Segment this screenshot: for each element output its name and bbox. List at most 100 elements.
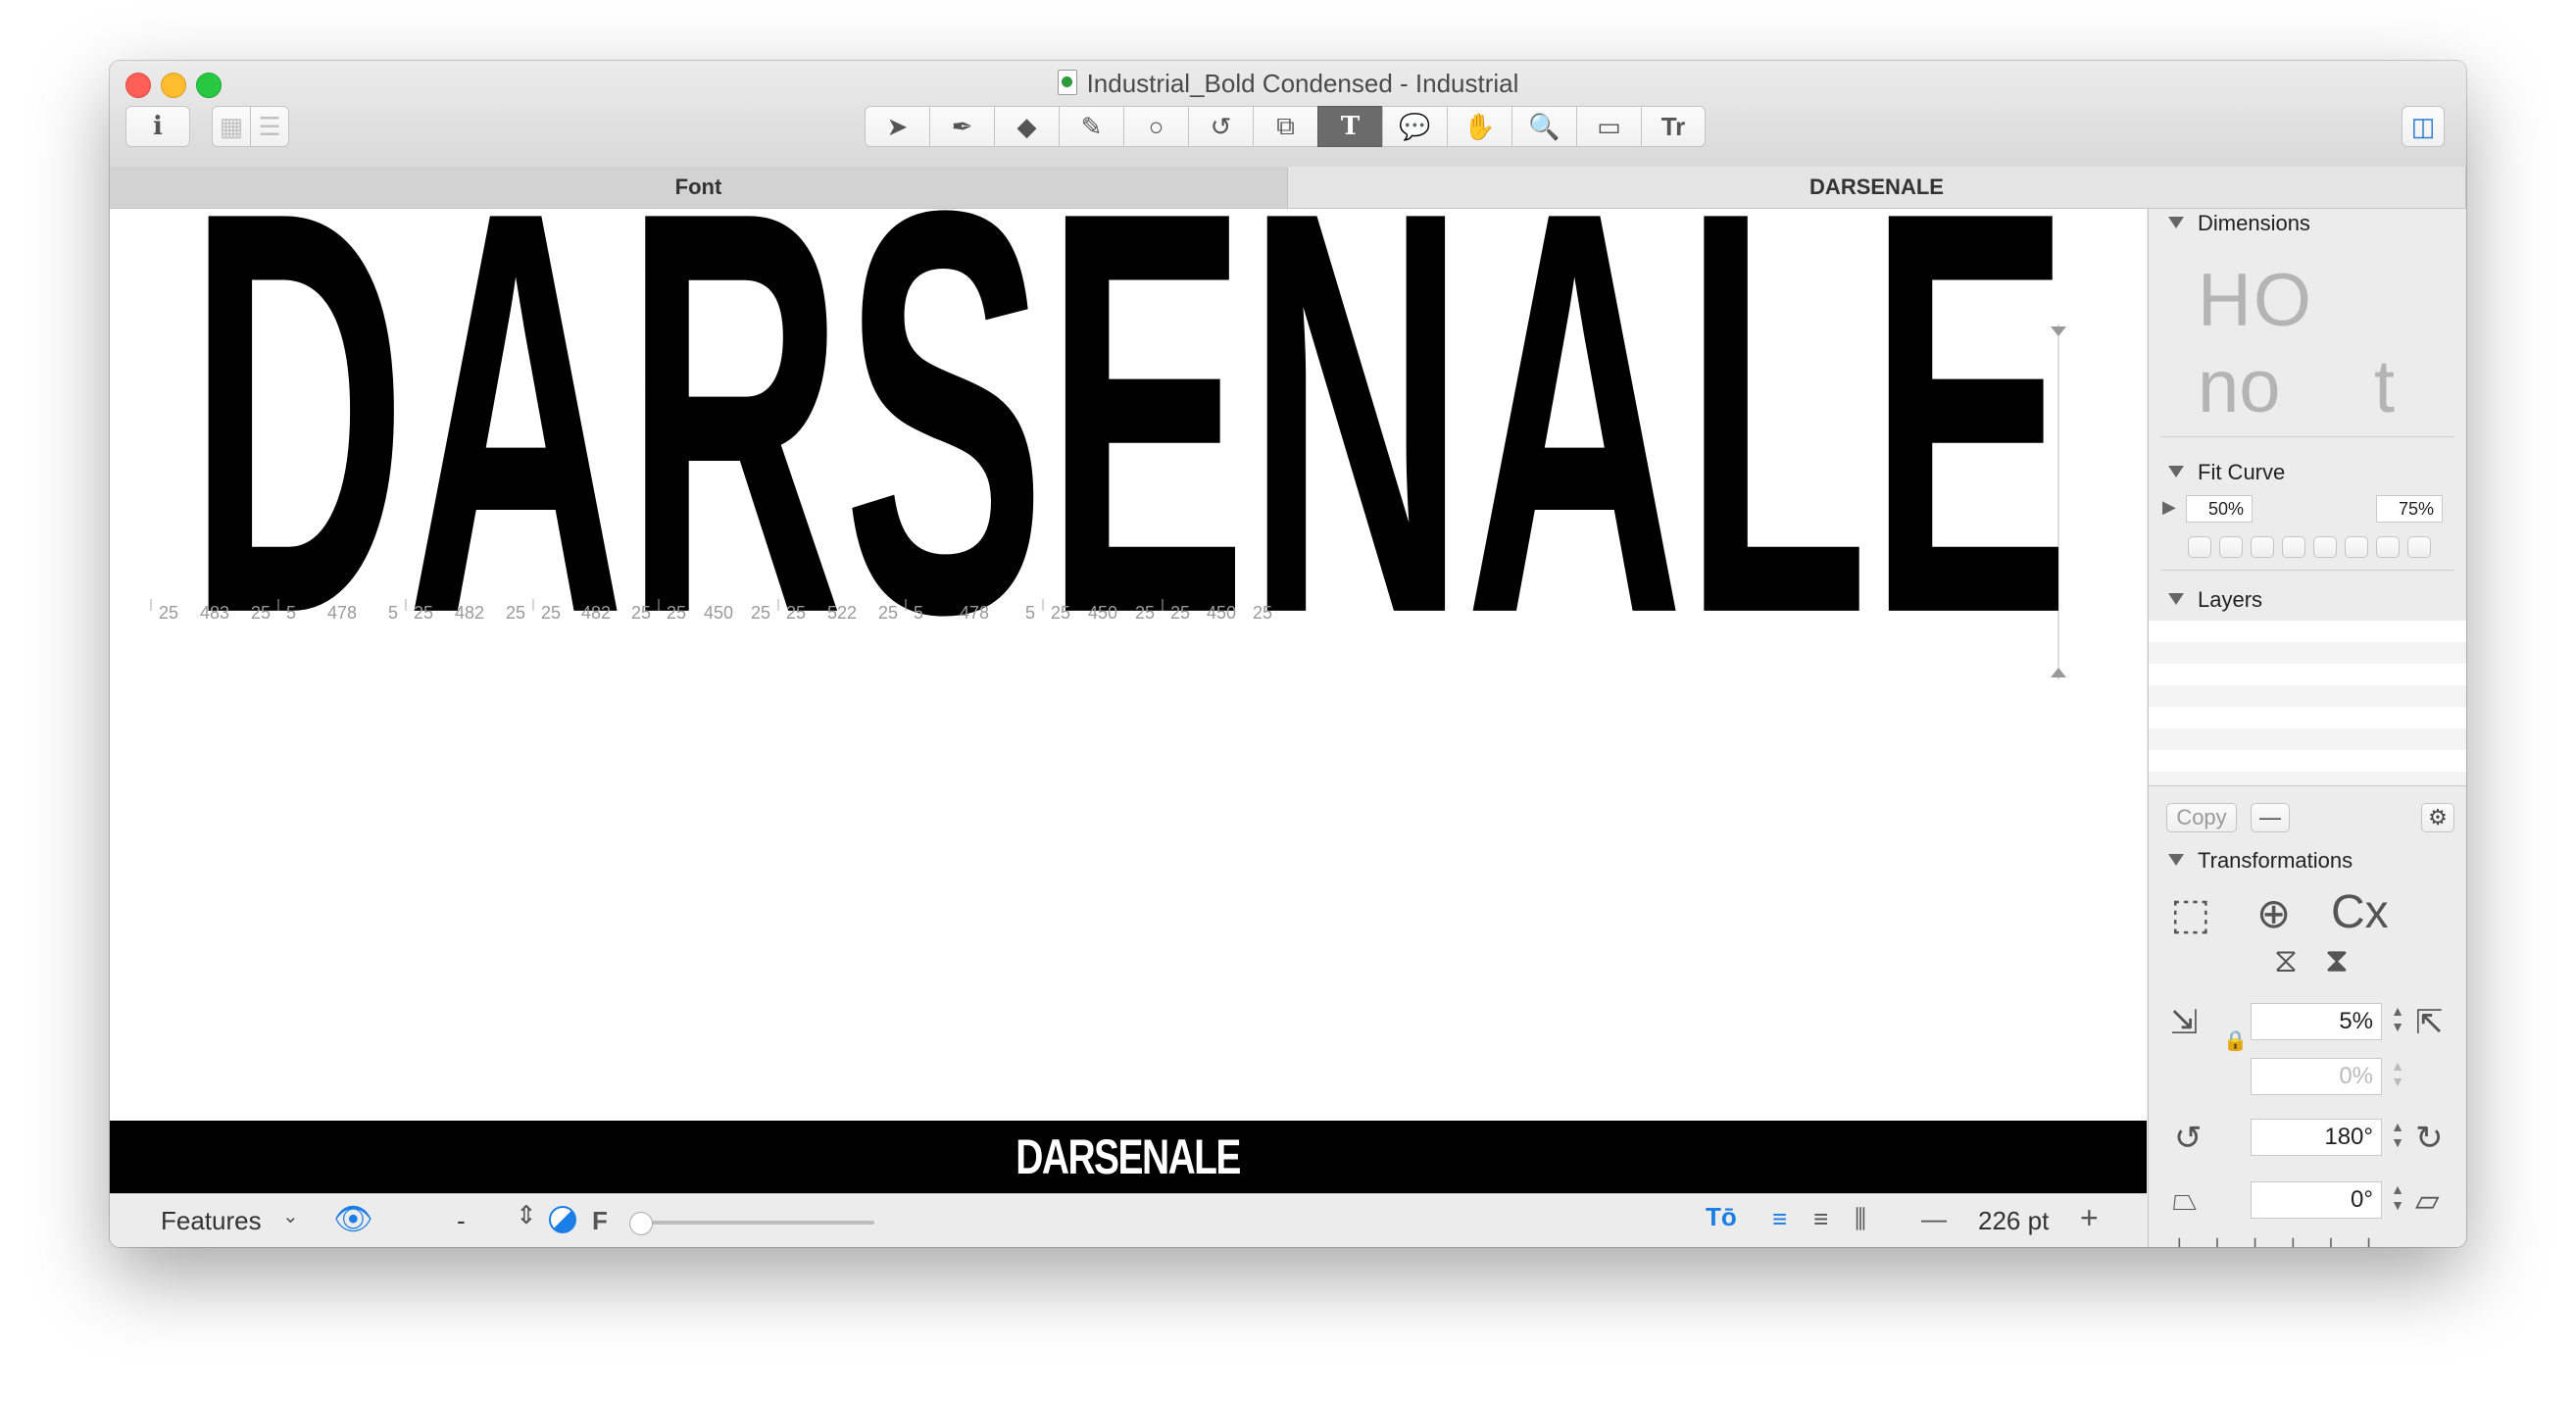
glyph-lsb-label: 25 [1170,603,1190,623]
measure-tool-button[interactable]: ▭ [1576,106,1641,147]
tab-darsenale[interactable]: DARSENALE [1288,167,2466,208]
disclosure-triangle-icon [2168,466,2184,477]
crosshair-icon[interactable]: ⊕ [2256,889,2291,937]
dimensions-header[interactable]: Dimensions [2168,211,2310,236]
glyph-lsb-label: 25 [541,603,561,623]
align-left-icon[interactable]: ≡ [1772,1204,1787,1234]
text-options-icon[interactable]: Tō [1706,1202,1737,1232]
glyph-rsb-label: 25 [506,603,525,623]
dimension-sample-t[interactable]: t [2374,344,2395,429]
chevron-down-icon[interactable]: ⌄ [282,1204,299,1228]
eraser-tool-button[interactable]: ◆ [994,106,1059,147]
fit-curve-preset-button[interactable] [2313,536,2337,558]
expand-triangle-icon[interactable]: ▶ [2162,497,2176,518]
master-separator: - [457,1206,466,1235]
glyph-rsb-label: 5 [388,603,398,623]
grid-view-button[interactable]: ▦ [212,106,251,147]
fit-curve-preset-button[interactable] [2345,536,2368,558]
align-buttons-row[interactable]: ⊥⊥⊥⊥⊥⊥ [2168,1232,2396,1247]
hand-tool-button[interactable]: ✋ [1447,106,1511,147]
glyph-lsb-label: 25 [786,603,806,623]
glyph-rsb-label: 25 [1135,603,1155,623]
rotate-ccw-icon[interactable]: ↺ [2174,1119,2203,1158]
remove-button[interactable]: — [2251,803,2290,832]
glyph-width-label: 478 [960,603,989,623]
annotation-tool-button[interactable]: 💬 [1382,106,1447,147]
scale-tool-button[interactable]: ⧉ [1253,106,1317,147]
dimension-sample-ho[interactable]: HO [2198,258,2313,343]
flip-vertical-icon[interactable]: ⧗ [2325,942,2349,980]
rotate-field[interactable]: 180° [2251,1119,2382,1156]
scale-up-icon[interactable]: ⇱ [2415,1003,2444,1042]
scale-stepper[interactable]: ▲ ▼ [2390,1003,2405,1040]
preview-strip: DARSENALE [110,1121,2147,1193]
font-size-value[interactable]: 226 pt [1978,1206,2049,1236]
features-label[interactable]: Features [161,1206,262,1236]
glyph-rsb-label: 25 [631,603,651,623]
measure-tool-icon: ▭ [1597,111,1621,141]
stepper-icon[interactable]: ⇕ [516,1200,537,1230]
slant-stepper[interactable]: ▲ ▼ [2390,1181,2405,1219]
glyph-rsb-label: 25 [1253,603,1272,623]
color-toggle-icon[interactable] [549,1206,576,1233]
metrics-tool-button[interactable]: Tr [1641,106,1706,147]
fit-curve-preset-button[interactable] [2219,536,2243,558]
fit-curve-preset-button[interactable] [2251,536,2274,558]
flip-horizontal-icon[interactable]: ⧖ [2274,942,2298,980]
transformations-header[interactable]: Transformations [2168,848,2353,874]
slant-field[interactable]: 0° [2251,1181,2382,1219]
scale-down-icon[interactable]: ⇲ [2170,1003,2199,1042]
slant-left-icon[interactable]: ⏢ [2172,1181,2198,1219]
fit-curve-high-field[interactable]: 75% [2376,495,2443,523]
fit-curve-preset-button[interactable] [2188,536,2211,558]
rotate-cw-icon[interactable]: ↻ [2415,1119,2444,1158]
text-tool-button[interactable]: T [1317,106,1382,147]
scale-field-vertical[interactable]: 0% [2251,1058,2382,1095]
rotate-stepper[interactable]: ▲ ▼ [2390,1119,2405,1156]
pen-tool-button[interactable]: ✒ [929,106,994,147]
settings-gear-button[interactable]: ⚙ [2421,803,2454,832]
zoom-in-button[interactable]: + [2080,1200,2099,1236]
fit-curve-preset-button[interactable] [2407,536,2431,558]
dimension-sample-no[interactable]: no [2198,344,2281,429]
tab-font[interactable]: Font [110,167,1288,208]
glyph-lsb-label: 25 [414,603,433,623]
fit-curve-header[interactable]: Fit Curve [2168,460,2285,485]
zoom-tool-button[interactable]: 🔍 [1511,106,1576,147]
divider [2149,785,2466,786]
scale-field[interactable]: 5% [2251,1003,2382,1040]
info-button[interactable]: i [125,106,190,147]
fit-curve-low-field[interactable]: 50% [2186,495,2253,523]
zoom-out-button[interactable]: — [1921,1204,1947,1234]
shape-tool-icon: ○ [1148,111,1164,141]
copy-button[interactable]: Copy [2166,803,2237,832]
glyph-lsb-label: 5 [286,603,296,623]
gear-icon: ⚙ [2428,805,2448,829]
layers-header[interactable]: Layers [2168,587,2262,613]
layers-list[interactable] [2149,621,2466,785]
size-slider-knob[interactable] [629,1212,653,1235]
size-slider-track[interactable] [629,1221,874,1225]
scale-vertical-stepper[interactable]: ▲ ▼ [2390,1058,2405,1095]
edit-canvas[interactable]: DARSENALE 25 483 25 5 478 5 25 482 25 25 482 25 25 45… [110,91,2147,1121]
bounding-box-icon[interactable]: ⬚ [2170,889,2211,939]
fit-curve-preset-button[interactable] [2376,536,2400,558]
vertical-text-icon[interactable]: ⫼ [1855,1204,1866,1235]
origin-cx-button[interactable]: Cx [2331,885,2389,939]
lock-icon[interactable]: 🔒 [2223,1028,2248,1053]
fit-curve-preset-button[interactable] [2282,536,2305,558]
glyph-lsb-label: 25 [1051,603,1070,623]
app-window: Industrial_Bold Condensed - Industrial i… [110,61,2466,1247]
visibility-eye-icon[interactable]: 👁 [333,1200,373,1237]
glyph-width-label: 450 [1088,603,1117,623]
pen-tool-icon: ✒ [951,111,973,141]
shape-tool-button[interactable]: ○ [1123,106,1188,147]
align-right-icon[interactable]: ≡ [1813,1204,1828,1234]
slant-right-icon[interactable]: ▱ [2415,1181,2440,1219]
pencil-tool-button[interactable]: ✎ [1059,106,1123,147]
glyph-outline-text: DARSENALE [188,209,2070,732]
rotate-tool-button[interactable]: ↺ [1188,106,1253,147]
select-tool-button[interactable]: ➤ [865,106,929,147]
list-view-button[interactable]: ☰ [250,106,289,147]
sidebar-toggle-button[interactable]: ◫ [2402,106,2445,147]
